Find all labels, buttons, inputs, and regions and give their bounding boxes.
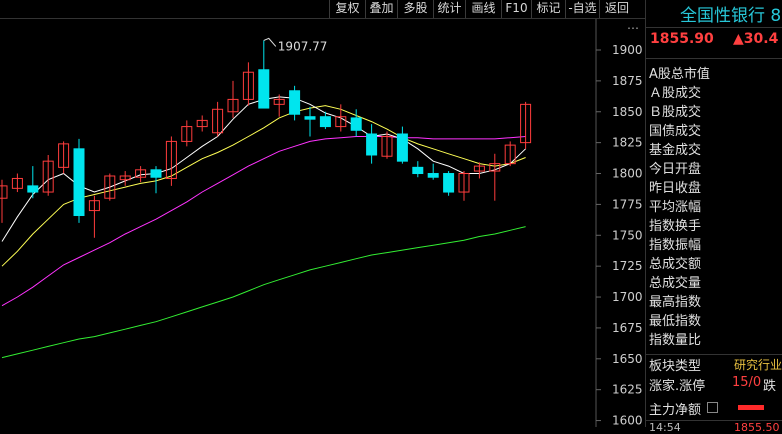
chart-toolbar: 复权 叠加 多股 统计 画线 F10 标记 -自选 返回 — [0, 0, 645, 19]
toolbar-button-3[interactable]: 统计 — [433, 0, 465, 19]
ma60-line — [1, 226, 526, 359]
candle-body — [0, 185, 8, 199]
candle-body — [443, 173, 455, 193]
limit-label: 涨家.涨停 — [649, 379, 706, 394]
y-tick-label: 1700 — [612, 290, 643, 304]
stat-label-2: 国债成交 — [649, 124, 702, 139]
toolbar-button-4[interactable]: 画线 — [465, 0, 501, 19]
more-options-icon[interactable]: ⋯ — [627, 21, 639, 35]
stat-label-9: 总成交额 — [649, 257, 702, 272]
stat-label-0: Ａ股成交 — [649, 86, 702, 101]
toolbar-button-6[interactable]: 标记 — [531, 0, 565, 19]
candle-body — [319, 116, 331, 128]
net-flow-label: 主力净额 — [649, 403, 702, 418]
checkbox-icon[interactable] — [707, 402, 718, 413]
net-flow-bar — [738, 405, 764, 410]
y-tick-label: 1800 — [612, 167, 643, 181]
y-tick-label: 1825 — [612, 136, 643, 150]
y-tick-label: 1850 — [612, 105, 643, 119]
divider — [646, 27, 782, 28]
candlestick-chart[interactable]: 1900 1875 1850 1825 1800 1775 1750 1725 1700 1675… — [0, 19, 645, 427]
candle-body — [427, 173, 439, 178]
index-name: 全国性银行 8 — [680, 6, 782, 26]
stat-label-6: 平均涨幅 — [649, 200, 702, 215]
stat-label-11: 最高指数 — [649, 295, 702, 310]
stat-label-7: 指数换手 — [649, 219, 702, 234]
candle-body — [258, 69, 270, 109]
index-info-panel: 全国性银行 8 1855.90 ▲30.4 A股总市值 Ａ股成交 Ｂ股成交国债成交… — [645, 0, 782, 434]
candle-body — [73, 148, 85, 217]
stat-label-8: 指数振幅 — [649, 238, 702, 253]
candle-body — [304, 116, 316, 120]
current-price: 1855.90 — [650, 31, 714, 47]
limit-suffix: 跌 — [763, 379, 777, 394]
toolbar-button-5[interactable]: F10 — [501, 0, 531, 19]
board-type-label: 板块类型 — [649, 359, 702, 374]
candle-body — [350, 117, 362, 131]
stat-label-12: 最低指数 — [649, 314, 702, 329]
candle-body — [150, 169, 162, 178]
high-annotation: 1907.77 — [278, 39, 328, 53]
price-change: ▲30.4 — [733, 31, 779, 47]
y-tick-label: 1675 — [612, 321, 643, 335]
y-tick-label: 1625 — [612, 383, 643, 397]
toolbar-button-2[interactable]: 多股 — [397, 0, 433, 19]
candle-body — [412, 166, 424, 175]
stat-label-5: 昨日收盘 — [649, 181, 702, 196]
toolbar-button-7[interactable]: -自选 — [565, 0, 599, 19]
stat-label-1: Ｂ股成交 — [649, 105, 702, 120]
stat-label-4: 今日开盘 — [649, 162, 702, 177]
y-tick-label: 1725 — [612, 259, 643, 273]
toolbar-button-0[interactable]: 复权 — [329, 0, 365, 19]
candle-body — [396, 133, 408, 162]
y-tick-label: 1750 — [612, 228, 643, 242]
candle-body — [366, 133, 378, 156]
stat-label-13: 指数量比 — [649, 333, 702, 348]
stat-label-3: 基金成交 — [649, 143, 702, 158]
y-tick-label: 1600 — [612, 414, 643, 427]
y-tick-label: 1775 — [612, 197, 643, 211]
board-type-value: 研究行业 — [734, 358, 782, 372]
toolbar-button-1[interactable]: 叠加 — [365, 0, 397, 19]
limit-value: 15/0 — [732, 375, 762, 390]
y-tick-label: 1900 — [612, 43, 643, 57]
y-tick-label: 1875 — [612, 74, 643, 88]
tick-price: 1855.50 — [734, 421, 780, 434]
candle-body — [27, 185, 39, 193]
section-title: A股总市值 — [649, 67, 710, 82]
toolbar-button-8[interactable]: 返回 — [599, 0, 634, 19]
y-tick-label: 1650 — [612, 352, 643, 366]
tick-time: 14:54 — [649, 421, 681, 434]
high-marker-arrow — [263, 37, 277, 47]
divider — [646, 58, 782, 59]
stat-label-10: 总成交量 — [649, 276, 702, 291]
candle-body — [289, 90, 301, 115]
